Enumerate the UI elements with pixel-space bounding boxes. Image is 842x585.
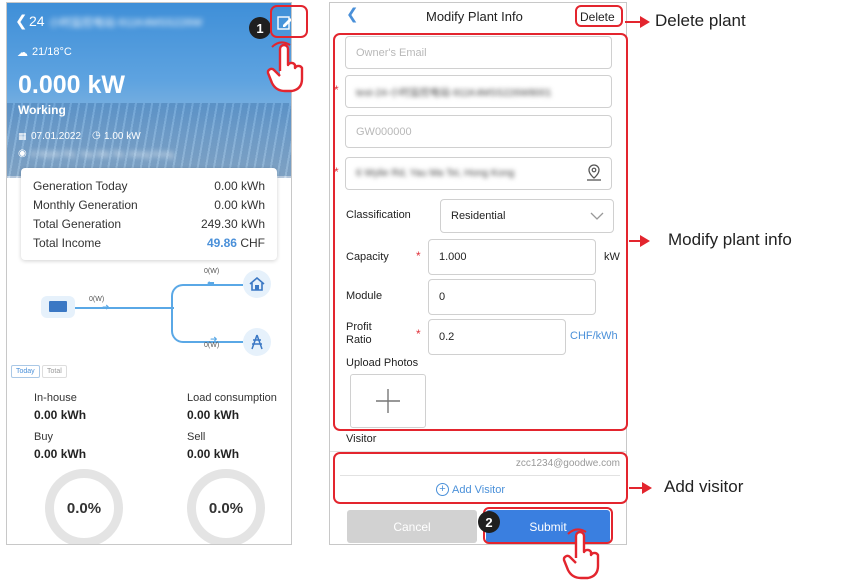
step-2-badge: 2 — [478, 511, 500, 533]
energy-value: 0.00 kWh — [34, 447, 87, 461]
step-1-badge: 1 — [249, 17, 271, 39]
stat-label: Total Generation — [33, 217, 122, 231]
cancel-button[interactable]: Cancel — [347, 510, 477, 543]
pv-node — [41, 296, 75, 318]
income-value: 49.86 — [206, 236, 237, 250]
modify-info-callout: Modify plant info — [668, 230, 792, 249]
flow-line — [75, 307, 174, 309]
energy-label: Load consumption — [187, 392, 277, 404]
back-chevron-icon[interactable]: ❮ — [346, 5, 359, 23]
income-unit: CHF — [240, 236, 265, 250]
tap-hand-icon — [562, 528, 602, 585]
energy-label: In-house — [34, 392, 77, 404]
delete-highlight-box — [575, 5, 623, 27]
tap-hand-icon — [266, 41, 306, 98]
stat-label: Total Income — [33, 236, 102, 250]
plant-overview-screen: ❮ 24 小时监控电站-911K4MSS226W ☁ 21/18°C 0.000… — [6, 2, 292, 545]
stat-label: Monthly Generation — [33, 198, 138, 212]
generation-stats-card: Generation Today 0.00 kWh Monthly Genera… — [21, 168, 277, 260]
add-visitor-callout: Add visitor — [664, 477, 744, 496]
stat-value: 0.00 kWh — [214, 198, 265, 212]
home-flow-label: 0(W) — [204, 268, 220, 275]
form-highlight-box — [333, 33, 628, 431]
stat-value: 249.30 kWh — [200, 217, 265, 231]
plant-title-blurred: 小时监控电站-911K4MSS226W — [49, 17, 203, 29]
energy-label: Sell — [187, 431, 206, 443]
back-chevron-icon[interactable]: ❮ — [15, 12, 28, 30]
capacity-text: 1.00 kW — [104, 131, 141, 142]
weather-text: 21/18°C — [32, 46, 72, 58]
visitor-highlight-box — [333, 452, 628, 504]
power-value: 0.000 kW — [18, 71, 126, 99]
status-text: Working — [18, 103, 66, 117]
install-date: 07.01.2022 — [31, 131, 82, 142]
stat-label: Generation Today — [33, 179, 128, 193]
arrow-right-icon: ➜ — [210, 334, 218, 344]
energy-value: 0.00 kWh — [34, 408, 87, 422]
total-income: 49.86 CHF — [207, 236, 265, 250]
stat-value: 0.00 kWh — [214, 179, 265, 193]
self-sufficiency-ring: 0.0% — [187, 469, 265, 544]
energy-value: 0.00 kWh — [187, 447, 240, 461]
tab-today[interactable]: Today — [11, 365, 40, 378]
flow-branch — [171, 284, 243, 343]
self-consumption-ring: 0.0% — [45, 469, 123, 544]
solar-panel-icon — [49, 301, 67, 312]
visitor-label: Visitor — [346, 433, 377, 445]
energy-label: Buy — [34, 431, 53, 443]
callout-arrow-line — [625, 21, 641, 23]
location-icon: ◉ — [18, 148, 27, 159]
home-icon — [243, 270, 271, 298]
plant-title-prefix: 24 — [29, 13, 45, 29]
calendar-icon: ▦ — [18, 131, 27, 141]
delete-plant-callout: Delete plant — [655, 11, 746, 30]
cloud-icon: ☁ — [17, 47, 28, 59]
callout-arrow-head — [640, 16, 650, 28]
address-blurred: 6 Wylie Rd, Yau Ma Tei, Hong Kong — [31, 149, 174, 159]
callout-arrow-head — [640, 235, 650, 247]
callout-arrow-line — [629, 487, 643, 489]
page-title: Modify Plant Info — [426, 9, 523, 24]
clock-icon: ◷ — [92, 130, 101, 141]
grid-tower-icon — [243, 328, 271, 356]
callout-arrow-head — [642, 482, 652, 494]
tab-total[interactable]: Total — [42, 365, 67, 378]
arrow-left-icon: ⬅ — [207, 278, 215, 288]
energy-value: 0.00 kWh — [187, 408, 240, 422]
edit-highlight-box — [270, 5, 308, 38]
arrow-right-icon: ➜ — [102, 302, 110, 312]
